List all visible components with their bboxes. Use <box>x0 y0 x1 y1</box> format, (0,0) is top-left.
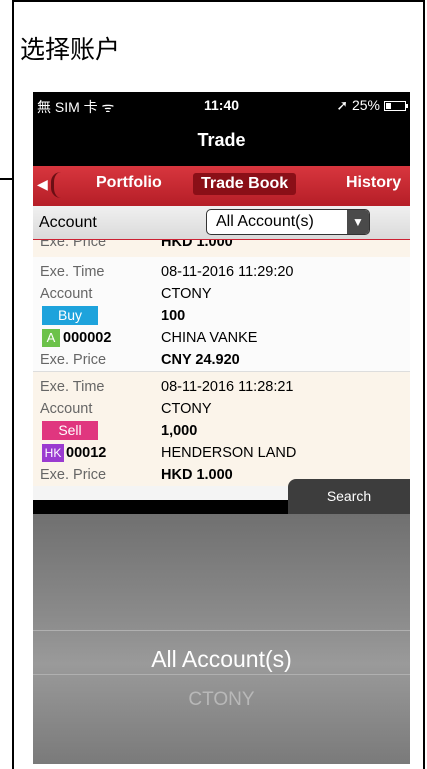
tab-bar: ◀ Portfolio Trade Book History <box>33 166 410 206</box>
phone-screen: 無 SIM 卡 ᯤ 11:40 ➚ 25% Trade ◀ Portfolio … <box>33 92 410 764</box>
price-value: CNY 24.920 <box>161 352 240 368</box>
price-label: Exe. Price <box>40 467 107 483</box>
carrier-text: 無 SIM 卡 ᯤ <box>37 99 115 115</box>
account-row: Account CTONY <box>33 283 410 305</box>
account-dropdown-value: All Account(s) <box>216 213 314 230</box>
battery-percent: ➚ 25% <box>336 97 380 113</box>
back-arrow-icon[interactable]: ◀ <box>37 176 48 193</box>
exe-time-row: Exe. Time 08-11-2016 11:28:21 <box>33 376 410 398</box>
exe-time-label: Exe. Time <box>40 264 105 280</box>
account-value: CTONY <box>161 286 212 302</box>
dropdown-arrow-icon[interactable]: ▼ <box>347 210 369 234</box>
picker-divider <box>33 674 410 675</box>
account-picker-wheel[interactable]: All Account(s) CTONY <box>33 514 410 764</box>
frame-divider <box>0 178 14 180</box>
battery-icon <box>384 100 408 111</box>
price-row: Exe. Price CNY 24.920 <box>33 349 410 371</box>
market-hk-badge: HK <box>42 444 64 462</box>
tab-trade-book[interactable]: Trade Book <box>193 173 297 195</box>
row-label: Exe. Price <box>40 240 107 250</box>
status-bar: 無 SIM 卡 ᯤ 11:40 ➚ 25% <box>33 92 410 120</box>
row-value: HKD 1.000 <box>161 240 233 250</box>
stock-name: CHINA VANKE <box>161 330 258 346</box>
picker-option[interactable]: CTONY <box>33 689 410 711</box>
account-row-label: Account <box>40 286 93 302</box>
side-row: Buy 100 <box>33 305 410 327</box>
page-title: 选择账户 <box>20 35 121 64</box>
exe-time-row: Exe. Time 08-11-2016 11:29:20 <box>33 261 410 283</box>
account-row-label: Account <box>40 401 93 417</box>
account-dropdown[interactable]: All Account(s) ▼ <box>206 209 370 235</box>
exe-time-label: Exe. Time <box>40 379 105 395</box>
tab-portfolio[interactable]: Portfolio <box>96 174 162 192</box>
picker-option-selected[interactable]: All Account(s) <box>33 646 410 673</box>
picker-divider <box>33 630 410 631</box>
scroll-left-indicator <box>51 172 61 198</box>
buy-badge: Buy <box>42 306 98 325</box>
exe-time-value: 08-11-2016 11:28:21 <box>161 379 294 395</box>
price-value: HKD 1.000 <box>161 467 233 483</box>
stock-name: HENDERSON LAND <box>161 445 297 461</box>
account-value: CTONY <box>161 401 212 417</box>
tab-history[interactable]: History <box>346 174 401 192</box>
stock-code: 00012 <box>66 445 107 461</box>
stock-row: HK 00012 HENDERSON LAND <box>33 442 410 464</box>
sell-badge: Sell <box>42 421 98 440</box>
nav-title: Trade <box>33 120 410 166</box>
quantity-value: 1,000 <box>161 423 198 439</box>
account-filter-bar: Account All Account(s) ▼ <box>33 206 410 240</box>
battery-indicator: ➚ 25% <box>336 97 408 114</box>
quantity-value: 100 <box>161 308 186 324</box>
account-row: Account CTONY <box>33 398 410 420</box>
price-label: Exe. Price <box>40 352 107 368</box>
clock: 11:40 <box>204 97 240 113</box>
stock-row: A 000002 CHINA VANKE <box>33 327 410 349</box>
side-row: Sell 1,000 <box>33 420 410 442</box>
account-label: Account <box>39 214 97 231</box>
stock-code: 000002 <box>63 330 112 346</box>
trade-list[interactable]: Exe. Price HKD 1.000 Exe. Time 08-11-201… <box>33 240 410 500</box>
exe-time-value: 08-11-2016 11:29:20 <box>161 264 294 280</box>
partial-row: Exe. Price HKD 1.000 <box>33 240 410 257</box>
trade-card[interactable]: Exe. Time 08-11-2016 11:29:20 Account CT… <box>33 257 410 371</box>
search-button[interactable]: Search <box>288 479 410 515</box>
trade-card[interactable]: Exe. Time 08-11-2016 11:28:21 Account CT… <box>33 371 410 486</box>
market-a-badge: A <box>42 329 60 347</box>
